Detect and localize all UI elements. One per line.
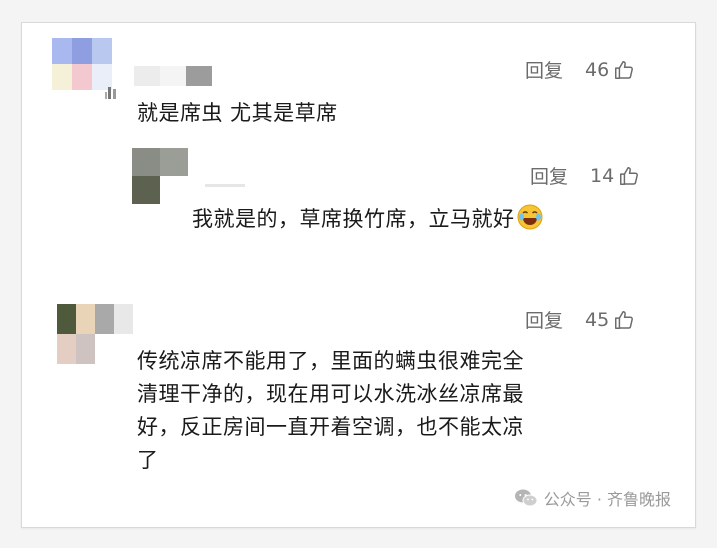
username-blurred[interactable]	[134, 66, 212, 86]
comment-line: 好，反正房间一直开着空调，也不能太凉	[137, 415, 524, 439]
avatar[interactable]	[132, 148, 188, 204]
comment-meta: 回复 45	[525, 306, 635, 333]
thumbs-up-icon[interactable]	[613, 309, 635, 331]
thumbs-up-icon[interactable]	[618, 165, 640, 187]
reply-button[interactable]: 回复	[525, 306, 563, 333]
wechat-icon	[514, 489, 538, 507]
comment-meta: 回复 46	[525, 56, 635, 83]
watermark-text: 公众号 · 齐鲁晚报	[543, 490, 671, 509]
thumbs-up-icon[interactable]	[613, 59, 635, 81]
avatar[interactable]	[57, 304, 133, 364]
reply-button[interactable]: 回复	[525, 56, 563, 83]
username-blurred[interactable]	[205, 182, 245, 187]
watermark: 公众号 · 齐鲁晚报	[514, 486, 671, 510]
like-count: 46	[585, 58, 610, 81]
like-count: 14	[590, 164, 615, 187]
comment-line: 传统凉席不能用了，里面的螨虫很难完全	[137, 349, 524, 373]
phone-icon	[105, 87, 116, 99]
like-count: 45	[585, 308, 610, 331]
comment-meta: 回复 14	[530, 162, 640, 189]
comment-line: 清理干净的，现在用可以水洗冰丝凉席最	[137, 382, 524, 406]
avatar[interactable]	[52, 38, 132, 90]
comment-text: 我就是的，草席换竹席，立马就好	[192, 203, 543, 236]
comment-text: 传统凉席不能用了，里面的螨虫很难完全 清理干净的，现在用可以水洗冰丝凉席最 好，…	[137, 345, 524, 477]
comment-text-body: 我就是的，草席换竹席，立马就好	[192, 207, 515, 231]
comment-text: 就是席虫 尤其是草席	[137, 101, 338, 125]
reply-button[interactable]: 回复	[530, 162, 568, 189]
laugh-emoji-icon	[517, 204, 542, 230]
comment-line: 了	[137, 448, 159, 472]
